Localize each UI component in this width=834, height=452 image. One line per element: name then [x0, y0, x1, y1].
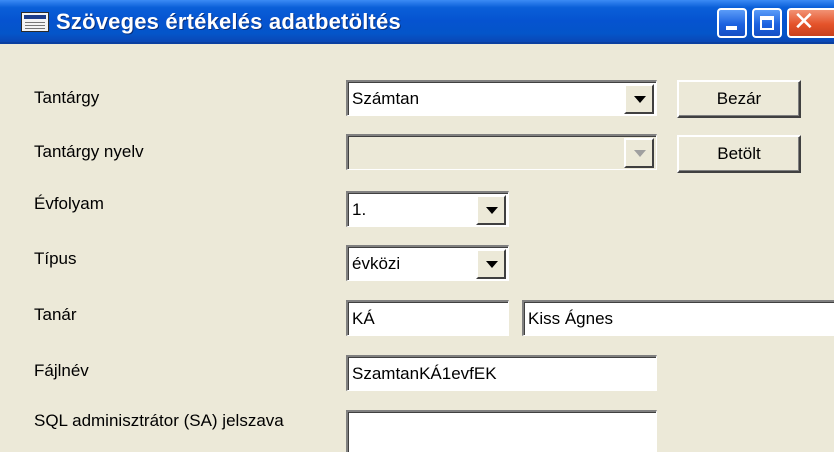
minimize-button[interactable]: [717, 8, 747, 38]
chevron-down-icon: [486, 207, 498, 214]
sa-jelszo-input[interactable]: [346, 410, 657, 452]
close-icon: ✕: [793, 7, 815, 37]
tantargy-dropdown[interactable]: Számtan: [346, 80, 657, 116]
fajlnev-label: Fájlnév: [34, 361, 89, 380]
tantargy-label: Tantárgy: [34, 88, 100, 107]
bezar-button[interactable]: Bezár: [677, 80, 801, 118]
tanar-name-input[interactable]: Kiss Ágnes: [522, 300, 834, 336]
tanar-code-input[interactable]: KÁ: [346, 300, 509, 336]
tipus-value: évközi: [352, 254, 401, 273]
evfolyam-dropdown-button[interactable]: [476, 195, 506, 225]
evfolyam-label: Évfolyam: [34, 194, 104, 213]
tipus-dropdown[interactable]: évközi: [346, 245, 509, 281]
tanar-code-value: KÁ: [352, 309, 375, 328]
tantargy-nyelv-label: Tantárgy nyelv: [34, 142, 144, 161]
close-button[interactable]: ✕: [787, 7, 834, 38]
form-window-icon: [21, 12, 49, 32]
fajlnev-value: SzamtanKÁ1evfEK: [352, 364, 497, 383]
title-bar[interactable]: Szöveges értékelés adatbetöltés ✕: [0, 0, 834, 44]
tantargy-value: Számtan: [352, 89, 420, 108]
sa-jelszo-label: SQL adminisztrátor (SA) jelszava: [34, 411, 284, 430]
maximize-button[interactable]: [752, 8, 782, 38]
evfolyam-dropdown[interactable]: 1.: [346, 191, 509, 227]
tanar-label: Tanár: [34, 305, 77, 324]
window-title: Szöveges értékelés adatbetöltés: [56, 9, 401, 34]
evfolyam-value: 1.: [352, 200, 367, 219]
betolt-button[interactable]: Betölt: [677, 135, 801, 173]
maximize-icon: [760, 16, 774, 30]
minimize-icon: [726, 26, 737, 30]
tantargy-nyelv-dropdown-button[interactable]: [624, 138, 654, 168]
fajlnev-input[interactable]: SzamtanKÁ1evfEK: [346, 355, 657, 391]
tipus-dropdown-button[interactable]: [476, 249, 506, 279]
tanar-name-value: Kiss Ágnes: [528, 309, 614, 328]
tantargy-dropdown-button[interactable]: [624, 84, 654, 114]
chevron-down-icon: [634, 96, 646, 103]
tantargy-nyelv-dropdown[interactable]: [346, 134, 657, 170]
tipus-label: Típus: [34, 249, 77, 268]
chevron-down-icon: [486, 261, 498, 268]
chevron-down-icon: [634, 150, 646, 157]
